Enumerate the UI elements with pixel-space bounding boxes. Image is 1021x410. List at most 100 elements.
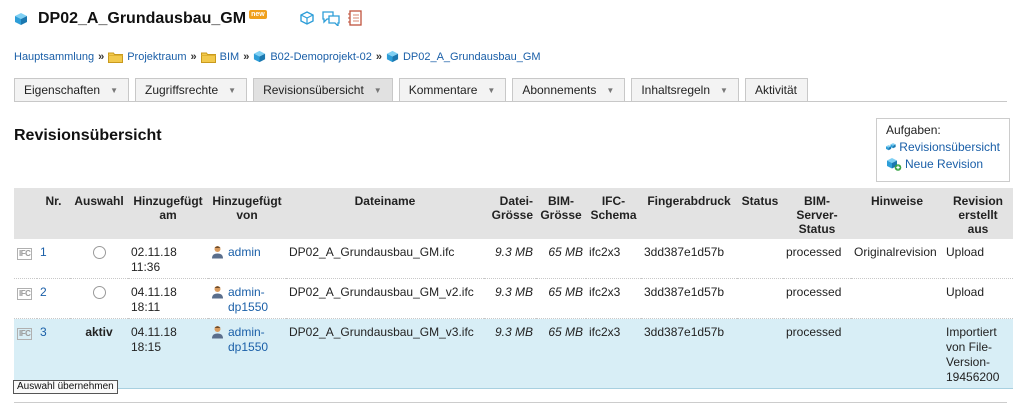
status-cell	[737, 318, 783, 389]
tab-label: Revisionsübersicht	[263, 83, 364, 97]
cube-icon	[15, 13, 27, 25]
task-revisionsuebersicht[interactable]: Revisionsübersicht	[886, 140, 1000, 154]
file-size-cell: 9.3 MB	[484, 278, 536, 319]
breadcrumb-bim[interactable]: BIM	[220, 51, 240, 63]
apply-selection-button[interactable]: Auswahl übernehmen	[13, 380, 118, 394]
breadcrumb: Hauptsammlung » Projektraum » BIM » B02-…	[14, 50, 541, 63]
tab-abonnements[interactable]: Abonnements ▼	[512, 78, 626, 101]
bim-status-cell: processed	[783, 278, 851, 319]
ifc-schema-cell: ifc2x3	[586, 239, 641, 279]
tab-label: Abonnements	[522, 83, 597, 97]
cubes-icon	[886, 143, 896, 151]
col-auswahl: Auswahl	[74, 194, 124, 208]
col-fingerprint: Fingerabdruck	[647, 194, 731, 208]
ifc-schema-cell: ifc2x3	[586, 318, 641, 389]
task-neue-revision[interactable]: Neue Revision	[886, 157, 1000, 171]
filename-cell: DP02_A_Grundausbau_GM_v3.ifc	[286, 318, 484, 389]
bim-size-cell: 65 MB	[536, 239, 586, 279]
table-row: IFC 2 04.11.18 18:11 admin-dp1550 DP02_A_…	[14, 278, 1013, 319]
caret-down-icon: ▼	[110, 85, 118, 95]
revision-number[interactable]: 1	[37, 239, 70, 279]
selection-radio[interactable]	[92, 246, 106, 259]
table-row: IFC 1 02.11.18 11:36 admin DP02_A_Grundau…	[14, 239, 1013, 279]
caret-down-icon: ▼	[606, 85, 615, 95]
bim-size-cell: 65 MB	[536, 318, 586, 389]
tab-zugriffsrechte[interactable]: Zugriffsrechte ▼	[134, 78, 248, 101]
revision-number[interactable]: 2	[37, 278, 70, 319]
col-notes: Hinweise	[870, 194, 924, 208]
tab-revisionsuebersicht[interactable]: Revisionsübersicht ▼	[253, 78, 393, 101]
active-label: aktiv	[70, 318, 128, 389]
breadcrumb-b02-demoprojekt[interactable]: B02-Demoprojekt-02	[270, 51, 372, 63]
added-at-cell: 02.11.18 11:36	[128, 239, 208, 279]
breadcrumb-current[interactable]: DP02_A_Grundausbau_GM	[403, 51, 541, 63]
notes-cell	[851, 278, 943, 319]
ifc-schema-cell: ifc2x3	[586, 278, 641, 319]
header-actions	[298, 9, 364, 27]
notes-cell	[851, 318, 943, 389]
breadcrumb-separator: »	[190, 50, 197, 63]
bim-status-cell: processed	[783, 318, 851, 389]
col-created-from: Revision erstellt aus	[952, 194, 1003, 236]
table-header-row: Nr. Auswahl Hinzugefügt am Hinzugefügt von…	[14, 188, 1013, 239]
new-badge: new	[249, 9, 267, 19]
tab-label: Inhaltsregeln	[641, 83, 711, 97]
cube-icon	[386, 50, 399, 63]
comments-icon[interactable]	[322, 9, 340, 27]
col-ifc-schema: IFC- Schema	[590, 194, 637, 222]
folder-icon	[108, 51, 124, 63]
user-link[interactable]: admin-dp1550	[228, 325, 283, 355]
file-size-cell: 9.3 MB	[484, 239, 536, 279]
col-nr: Nr.	[45, 194, 62, 208]
page-title: DP02_A_Grundausbau_GM	[38, 10, 247, 27]
col-file-size: Datei- Grösse	[491, 194, 533, 222]
status-cell	[737, 278, 783, 319]
ifc-file-icon: IFC	[17, 288, 33, 300]
revisions-table: Nr. Auswahl Hinzugefügt am Hinzugefügt von…	[14, 188, 1013, 389]
breadcrumb-hauptsammlung[interactable]: Hauptsammlung	[14, 51, 94, 63]
tab-label: Eigenschaften	[24, 83, 101, 97]
table-row-active: IFC 3 aktiv 04.11.18 18:15 admin-dp1550 D…	[14, 318, 1013, 389]
user-link[interactable]: admin	[228, 245, 261, 260]
bim-status-cell: processed	[783, 239, 851, 279]
tab-label: Zugriffsrechte	[144, 83, 219, 97]
tab-aktivitaet[interactable]: Aktivität	[744, 78, 808, 101]
created-from-cell: Upload	[943, 278, 1013, 319]
tab-label: Kommentare	[408, 83, 478, 97]
page-header: DP02_A_Grundausbau_GM new	[14, 8, 267, 30]
status-cell	[737, 239, 783, 279]
tasks-box: Aufgaben: Revisionsübersicht Neue Revisi…	[876, 118, 1010, 182]
breadcrumb-separator: »	[375, 50, 382, 63]
section-title: Revisionsübersicht	[14, 127, 162, 144]
revision-number[interactable]: 3	[37, 318, 70, 389]
col-added-by: Hinzugefügt von	[212, 194, 282, 222]
notebook-icon[interactable]	[346, 9, 364, 27]
tab-bar: Eigenschaften ▼ Zugriffsrechte ▼ Revisions…	[14, 78, 1007, 102]
col-added-at: Hinzugefügt am	[133, 194, 203, 222]
tab-eigenschaften[interactable]: Eigenschaften ▼	[14, 78, 129, 101]
notes-cell: Originalrevision	[851, 239, 943, 279]
created-from-cell: Upload	[943, 239, 1013, 279]
breadcrumb-projektraum[interactable]: Projektraum	[127, 51, 186, 63]
new-revision-icon	[887, 158, 902, 171]
added-at-cell: 04.11.18 18:15	[128, 318, 208, 389]
cube-outline-icon[interactable]	[298, 9, 316, 27]
folder-icon	[200, 51, 216, 63]
caret-down-icon: ▼	[228, 85, 237, 95]
breadcrumb-separator: »	[98, 50, 105, 63]
file-size-cell: 9.3 MB	[484, 318, 536, 389]
tab-inhaltsregeln[interactable]: Inhaltsregeln ▼	[631, 78, 739, 101]
task-link-label: Revisionsübersicht	[899, 140, 1000, 154]
fingerprint-cell: 3dd387e1d57b	[641, 278, 737, 319]
col-icon	[14, 188, 37, 239]
tasks-title: Aufgaben:	[886, 123, 941, 137]
tab-kommentare[interactable]: Kommentare ▼	[398, 78, 507, 101]
ifc-file-icon: IFC	[17, 328, 33, 340]
user-icon	[212, 286, 223, 299]
user-link[interactable]: admin-dp1550	[228, 285, 283, 315]
caret-down-icon: ▼	[487, 85, 496, 95]
bim-size-cell: 65 MB	[536, 278, 586, 319]
created-from-cell: Importiert von File-Version-19456200	[943, 318, 1013, 389]
selection-radio[interactable]	[92, 286, 106, 299]
col-bim-status: BIM- Server- Status	[796, 194, 838, 236]
